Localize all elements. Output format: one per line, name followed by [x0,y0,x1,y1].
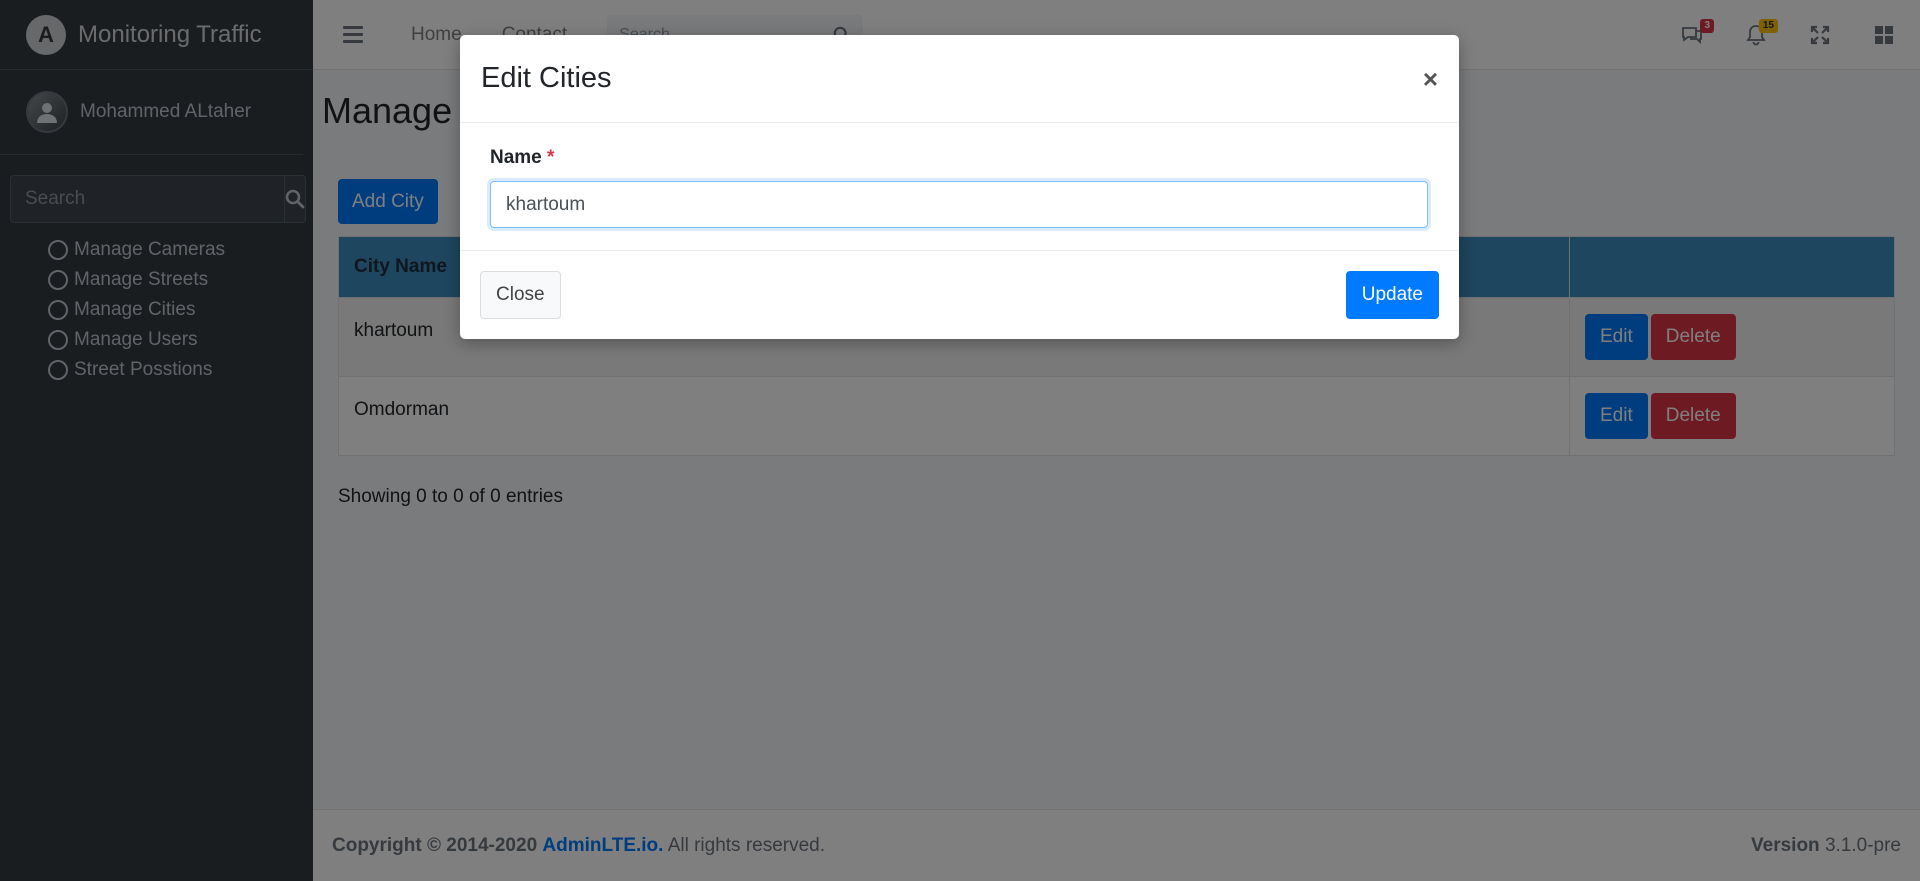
modal-header: Edit Cities × [460,35,1459,123]
city-name-input[interactable] [490,181,1428,228]
close-icon[interactable]: × [1423,66,1438,92]
close-button[interactable]: Close [480,271,561,319]
modal-footer: Close Update [460,251,1459,319]
modal-title: Edit Cities [481,62,612,94]
name-field-label: Name * [490,147,1429,169]
required-marker: * [547,147,555,168]
name-label-text: Name [490,147,542,168]
update-button[interactable]: Update [1345,271,1439,319]
edit-cities-modal: Edit Cities × Name * Close Update [460,35,1459,339]
modal-body: Name * [460,123,1459,251]
